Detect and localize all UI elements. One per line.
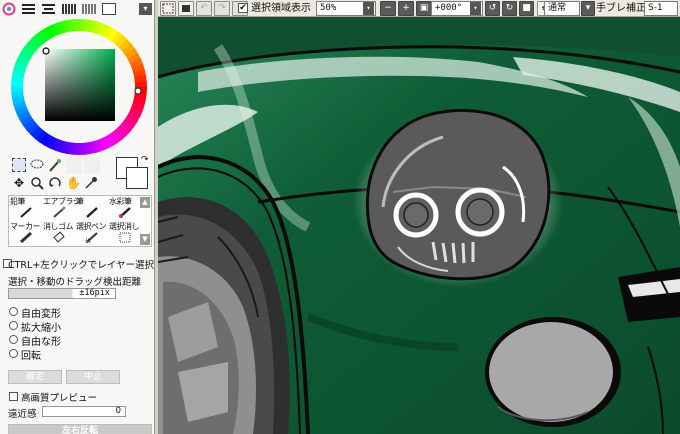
tool-pencil[interactable]: 鉛筆 [9,196,43,219]
free-shape-label: 自由な形 [21,337,61,348]
drag-threshold-field[interactable]: ±16pix [8,288,116,299]
swap-colors-icon[interactable]: ↷ [141,155,149,165]
move-icon[interactable]: ✥ [12,176,26,190]
color-swatches[interactable]: ↷ [114,155,152,193]
tool-scroll-up[interactable]: ▲ [140,197,150,208]
hq-preview-checkbox[interactable] [9,392,18,401]
flip-horizontal-button[interactable]: 左右反転 [8,424,152,434]
chevron-down-icon: ▾ [363,2,374,15]
tool-marker[interactable]: マーカー [9,221,43,244]
hue-picker-handle [134,87,142,95]
radio-free-transform[interactable] [9,307,18,316]
tool-airbrush[interactable]: エアブラシ [42,196,81,219]
watercolor-icon [119,207,131,218]
selection-pen-icon [85,232,98,243]
perspective-field[interactable]: 0 [42,406,126,417]
selection-eraser-icon [119,232,131,243]
radio-rotate[interactable] [9,349,18,358]
lasso-select-icon[interactable] [30,158,44,172]
rotate-right-button[interactable]: ↻ [502,1,517,16]
pencil-icon [20,207,32,218]
rotation-select[interactable]: +000° ▾ [431,1,483,16]
eraser-icon [53,231,65,243]
tool-eraser[interactable]: 消しゴム [42,221,76,244]
confirm-button[interactable]: 確定 [8,370,62,384]
chevron-down-icon-2: ▾ [470,2,481,15]
tool-selection-eraser[interactable]: 選択消し [108,221,142,244]
ctrl-click-label: CTRL+左クリックでレイヤー選択 [8,260,155,271]
free-transform-label: 自由変形 [21,309,61,320]
blank-tool-slot-2 [84,157,100,173]
zoom-select[interactable]: 50% ▾ [316,1,376,16]
rotate-left-button[interactable]: ↺ [485,1,500,16]
rotate-label: 回転 [21,351,41,362]
car-artwork [158,17,680,434]
zoom-reset-button[interactable]: ▣ [416,1,432,16]
redo-button[interactable]: ↷ [214,1,230,16]
swatches-icon[interactable] [62,4,76,14]
color-wheel-icon[interactable] [2,2,16,16]
radio-free-shape[interactable] [9,335,18,344]
drawing-canvas[interactable] [158,17,680,434]
zoom-in-button[interactable]: + [398,1,414,16]
airbrush-icon [53,206,66,218]
zoom-icon[interactable] [30,176,44,190]
tool-scroll-down[interactable]: ▼ [140,234,150,245]
selection-display-checkbox[interactable]: ✔ [238,3,248,13]
rgb-sliders-icon[interactable] [22,4,35,14]
headlight [365,108,551,281]
eyedropper-icon[interactable] [84,176,98,190]
blend-mode-select[interactable]: 通常 [544,1,580,16]
palette-grid-icon[interactable] [82,4,96,14]
scale-label: 拡大縮小 [21,323,61,334]
radio-scale[interactable] [9,321,18,330]
blend-mode-dropdown-button[interactable]: ▾ [581,1,595,16]
top-toolbar: ↶ ↷ ✔ 選択領域表示 50% ▾ − + ▣ +000° ▾ ↺ ↻ ■ ⇆… [158,0,680,17]
invert-selection-button[interactable] [178,1,194,16]
brush-tools-grid: 鉛筆 エアブラシ 筆 水彩筆 マーカー 消しゴム 選択ペン 選択消し ▲ ▼ [8,195,152,247]
zoom-out-button[interactable]: − [380,1,396,16]
rotate-reset-button[interactable]: ■ [519,1,534,16]
drag-threshold-value: ±16pix [79,288,110,298]
blank-tool-slot [66,157,82,173]
hq-preview-label: 高画質プレビュー [21,393,98,404]
perspective-label: 遠近感 [8,409,37,420]
color-wheel[interactable] [10,18,148,156]
brush-icon [86,207,98,218]
color-mode-tabs: ▾ [2,2,152,16]
tool-selection-pen[interactable]: 選択ペン [75,221,109,244]
secondary-color-swatch[interactable] [126,167,148,189]
magic-wand-icon[interactable] [48,158,62,172]
tool-watercolor[interactable]: 水彩筆 [108,196,142,219]
marker-icon [19,231,33,243]
rotate-icon[interactable] [48,176,62,190]
rect-select-icon[interactable] [12,158,26,172]
deselect-button[interactable] [160,1,176,16]
cancel-button[interactable]: 中止 [66,370,120,384]
stabilizer-select[interactable]: S-1 [644,1,678,16]
hand-icon[interactable]: ✋ [66,176,81,190]
left-tool-panel: ▾ ✥ ✋ ↷ 鉛筆 エアブラシ 筆 水彩筆 マーカー 消しゴム 選択ペン 選択… [0,0,155,434]
undo-button[interactable]: ↶ [196,1,212,16]
perspective-value: 0 [115,406,121,416]
panel-menu-button[interactable]: ▾ [139,3,152,15]
scratchpad-icon[interactable] [102,3,116,15]
tool-brush[interactable]: 筆 [75,196,109,219]
hsv-sliders-icon[interactable] [42,4,55,14]
selection-display-label: 選択領域表示 [251,3,311,14]
fog-lamp [485,317,621,427]
sv-picker-handle [42,47,50,55]
stabilizer-label: 手ブレ補正 [596,3,646,14]
drag-threshold-label: 選択・移動のドラッグ検出距離 [8,277,142,288]
selection-tools-row: ✥ ✋ [10,156,100,192]
